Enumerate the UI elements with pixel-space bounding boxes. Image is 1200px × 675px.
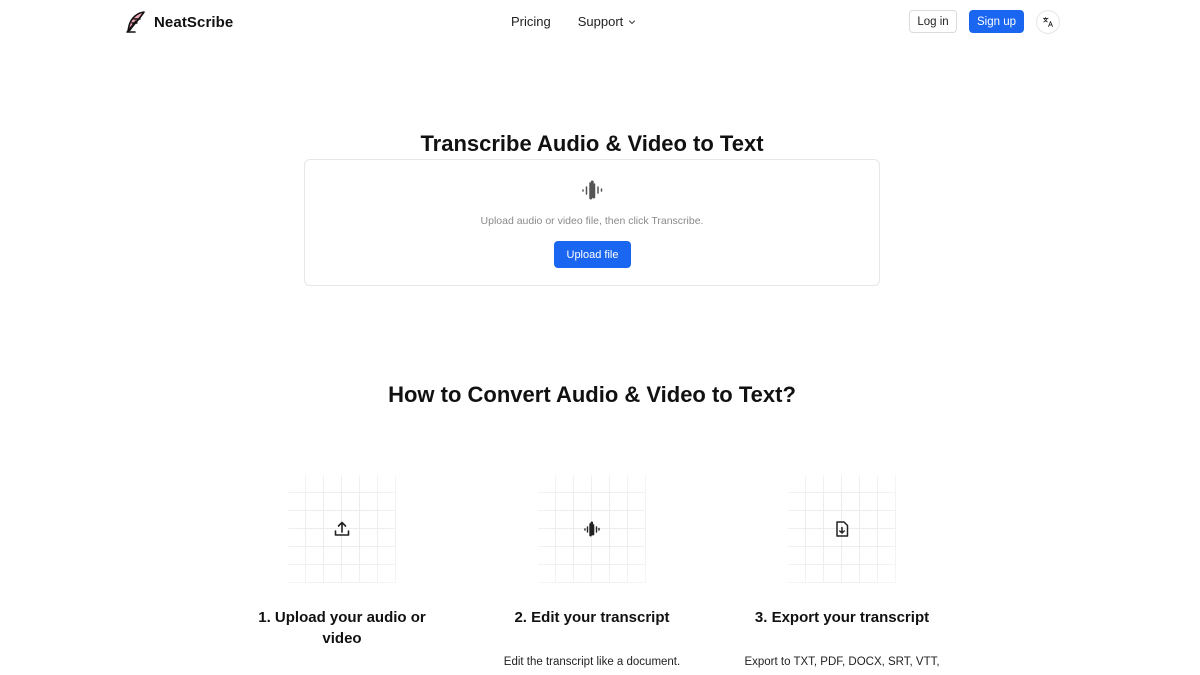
step-grid-illustration <box>538 475 646 583</box>
nav-pricing-link[interactable]: Pricing <box>511 14 551 29</box>
step-description: Edit the transcript like a document. <box>503 656 681 668</box>
signup-button[interactable]: Sign up <box>969 10 1024 33</box>
waveform-icon <box>582 180 603 200</box>
upload-dropzone[interactable]: Upload audio or video file, then click T… <box>304 159 880 286</box>
top-navbar: NeatScribe Pricing Support Log in Sign u… <box>0 0 1200 45</box>
upload-hint-text: Upload audio or video file, then click T… <box>480 215 704 227</box>
upload-file-button[interactable]: Upload file <box>554 241 631 268</box>
upload-icon <box>334 521 350 536</box>
step-title: 2. Edit your transcript <box>514 609 670 626</box>
quill-logo-icon <box>126 11 145 33</box>
hero-title: Transcribe Audio & Video to Text <box>420 131 764 156</box>
step-description: Export to TXT, PDF, DOCX, SRT, VTT, <box>744 656 940 668</box>
nav-support-dropdown[interactable]: Support <box>578 14 637 29</box>
step-title: 3. Export your transcript <box>754 609 930 626</box>
step-grid-illustration <box>288 475 396 583</box>
chevron-down-icon <box>629 20 636 25</box>
step-title: 1. Upload your audio or video <box>258 609 426 647</box>
brand-name: NeatScribe <box>154 13 234 31</box>
file-download-icon <box>836 521 849 537</box>
login-button[interactable]: Log in <box>909 10 957 33</box>
main-nav: Pricing Support <box>511 14 636 29</box>
language-button[interactable] <box>1036 10 1060 34</box>
waveform-icon <box>584 521 600 537</box>
brand-logo[interactable]: NeatScribe <box>124 10 233 34</box>
nav-support-label: Support <box>577 14 624 29</box>
translate-icon <box>1043 17 1053 27</box>
howto-section-title: How to Convert Audio & Video to Text? <box>388 382 796 407</box>
step-grid-illustration <box>788 475 896 583</box>
